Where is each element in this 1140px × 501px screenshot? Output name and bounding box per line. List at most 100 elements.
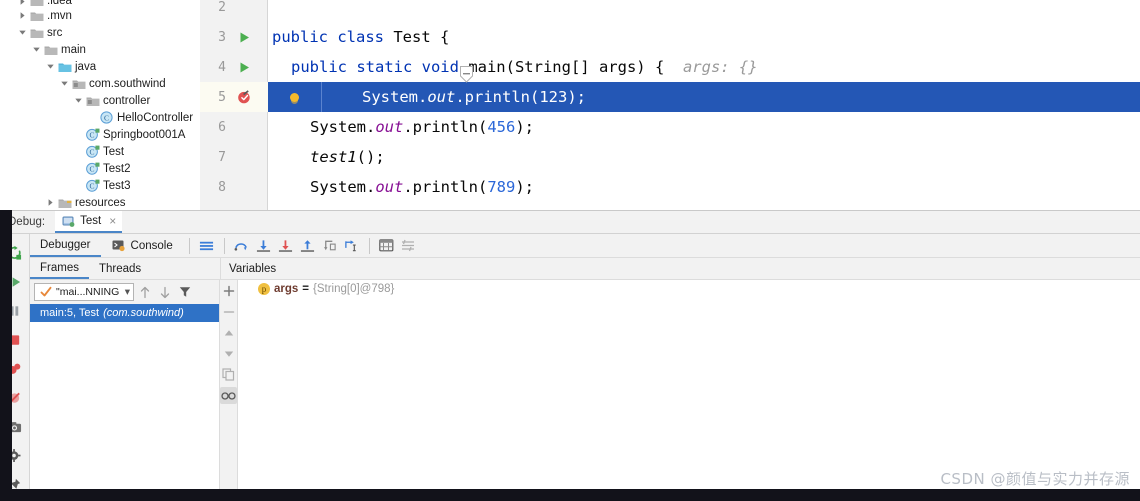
tree-item-src[interactable]: src [0, 24, 200, 41]
tree-item-resources[interactable]: resources [0, 194, 200, 210]
tree-item-label: HelloController [117, 111, 194, 124]
chevron-down-icon[interactable] [72, 94, 85, 107]
copy-value-button[interactable] [220, 366, 237, 383]
show-execution-point-button[interactable] [196, 235, 218, 257]
gutter-line-3[interactable]: 3 [200, 22, 268, 52]
tree-item-label: main [61, 43, 86, 56]
variables-side-toolbar[interactable] [220, 280, 238, 501]
thread-selector[interactable]: "mai...NNING ▾ [34, 283, 134, 301]
step-into-button[interactable] [253, 235, 275, 257]
tab-debugger[interactable]: Debugger [30, 234, 101, 257]
chevron-down-icon[interactable] [58, 77, 71, 90]
force-step-into-button[interactable] [275, 235, 297, 257]
tab-frames[interactable]: Frames [30, 258, 89, 279]
debugger-toolbar[interactable]: Debugger Console [30, 234, 1140, 258]
code-token: .println( [403, 178, 488, 196]
code-line-8[interactable]: System.out.println(789); [268, 172, 1140, 202]
gutter-icon-slot[interactable] [232, 56, 256, 78]
step-over-button[interactable] [231, 235, 253, 257]
tree-item-main[interactable]: main [0, 41, 200, 58]
chevron-down-icon[interactable] [44, 60, 57, 73]
watermark-text: CSDN @颜值与实力并存源 [940, 470, 1130, 488]
code-editor[interactable]: 2345678 public class Test {public static… [200, 0, 1140, 210]
minus-icon [221, 305, 236, 319]
gutter-icon-slot [232, 146, 256, 168]
tab-console[interactable]: Console [101, 234, 183, 257]
move-down-button[interactable] [220, 345, 237, 362]
thread-selector-value: "mai...NNING [56, 286, 120, 298]
frames-tabs[interactable]: Frames Threads [30, 258, 220, 280]
code-token: .println( [455, 88, 540, 106]
tree-item-com-southwind[interactable]: com.southwind [0, 75, 200, 92]
code-line-6[interactable]: System.out.println(456); [268, 112, 1140, 142]
tree-item-hellocontroller[interactable]: C HelloController [0, 109, 200, 126]
code-text-area[interactable]: public class Test {public static void ma… [268, 0, 1140, 210]
breakpoint-indicator-column[interactable] [268, 82, 322, 112]
frames-toolbar[interactable]: "mai...NNING ▾ [30, 280, 219, 304]
gutter-line-8[interactable]: 8 [200, 172, 268, 202]
gutter-line-2[interactable]: 2 [200, 0, 268, 22]
move-frame-up-button[interactable] [136, 283, 154, 301]
frame-package: (com.southwind) [103, 307, 184, 319]
chevron-down-icon[interactable]: ▾ [125, 286, 130, 298]
frames-panel[interactable]: "mai...NNING ▾ main:5, Test (com.southwind… [30, 280, 220, 501]
frames-list[interactable]: main:5, Test (com.southwind) [30, 304, 219, 322]
gutter-icon-slot[interactable] [232, 26, 256, 48]
gutter-line-5[interactable]: 5 [200, 82, 268, 112]
evaluate-expression-button[interactable] [376, 235, 398, 257]
triangle-down-icon [221, 347, 236, 361]
gutter-icon-slot [232, 0, 256, 18]
chevron-down-icon[interactable] [16, 26, 29, 39]
frame-row[interactable]: main:5, Test (com.southwind) [30, 304, 219, 322]
editor-gutter[interactable]: 2 3 4 5 6 7 8 [200, 0, 268, 210]
run-to-cursor-button[interactable] [341, 235, 363, 257]
tree-item-label: Test3 [103, 179, 131, 192]
debug-tabstrip: Debug: Test × [0, 211, 1140, 234]
tree-item-springboot001a[interactable]: C Springboot001A [0, 126, 200, 143]
variable-row[interactable]: p args = {String[0]@798} [238, 280, 1140, 297]
tree-item--mvn[interactable]: .mvn [0, 7, 200, 24]
gutter-line-7[interactable]: 7 [200, 142, 268, 172]
gutter-line-4[interactable]: 4 [200, 52, 268, 82]
code-fold-marker[interactable] [460, 66, 473, 83]
gutter-icon-slot[interactable] [232, 86, 256, 108]
run-configuration-tab[interactable]: Test × [55, 211, 123, 233]
inspect-button[interactable] [220, 387, 237, 404]
move-up-button[interactable] [220, 324, 237, 341]
code-line-2[interactable] [268, 0, 1140, 22]
tree-item-java[interactable]: java [0, 58, 200, 75]
step-out-button[interactable] [297, 235, 319, 257]
variable-value: {String[0]@798} [313, 282, 395, 295]
code-line-5[interactable]: System.out.println(123); [268, 82, 1140, 112]
code-line-4[interactable]: public static void main(String[] args) {… [268, 52, 1140, 82]
folder-icon [29, 26, 44, 40]
tree-item-controller[interactable]: controller [0, 92, 200, 109]
tree-item-label: Test [103, 145, 125, 158]
project-tree-panel[interactable]: .idea .mvn src main java com.southwind control… [0, 0, 200, 210]
tree-item--idea[interactable]: .idea [0, 0, 200, 7]
code-token: args: {} [664, 58, 758, 76]
chevron-right-icon[interactable] [44, 196, 57, 209]
code-line-7[interactable]: test1(); [268, 142, 1140, 172]
chevron-down-icon[interactable] [30, 43, 43, 56]
settings-button[interactable] [398, 235, 420, 257]
code-line-3[interactable]: public class Test { [268, 22, 1140, 52]
move-frame-down-button[interactable] [156, 283, 174, 301]
gutter-line-6[interactable]: 6 [200, 112, 268, 142]
tree-item-test[interactable]: C Test [0, 143, 200, 160]
close-icon[interactable]: × [109, 214, 116, 228]
remove-watch-button[interactable] [220, 303, 237, 320]
code-token: 456 [487, 118, 516, 136]
tab-threads[interactable]: Threads [89, 258, 151, 279]
tree-item-test3[interactable]: C Test3 [0, 177, 200, 194]
plus-icon [221, 284, 236, 298]
chevron-right-icon[interactable] [16, 0, 29, 8]
drop-frame-button[interactable] [319, 235, 341, 257]
code-token: 123 [539, 88, 568, 106]
tree-item-test2[interactable]: C Test2 [0, 160, 200, 177]
chevron-right-icon[interactable] [16, 9, 29, 22]
filter-frames-button[interactable] [176, 283, 194, 301]
svg-text:C: C [89, 165, 94, 174]
add-watch-button[interactable] [220, 282, 237, 299]
